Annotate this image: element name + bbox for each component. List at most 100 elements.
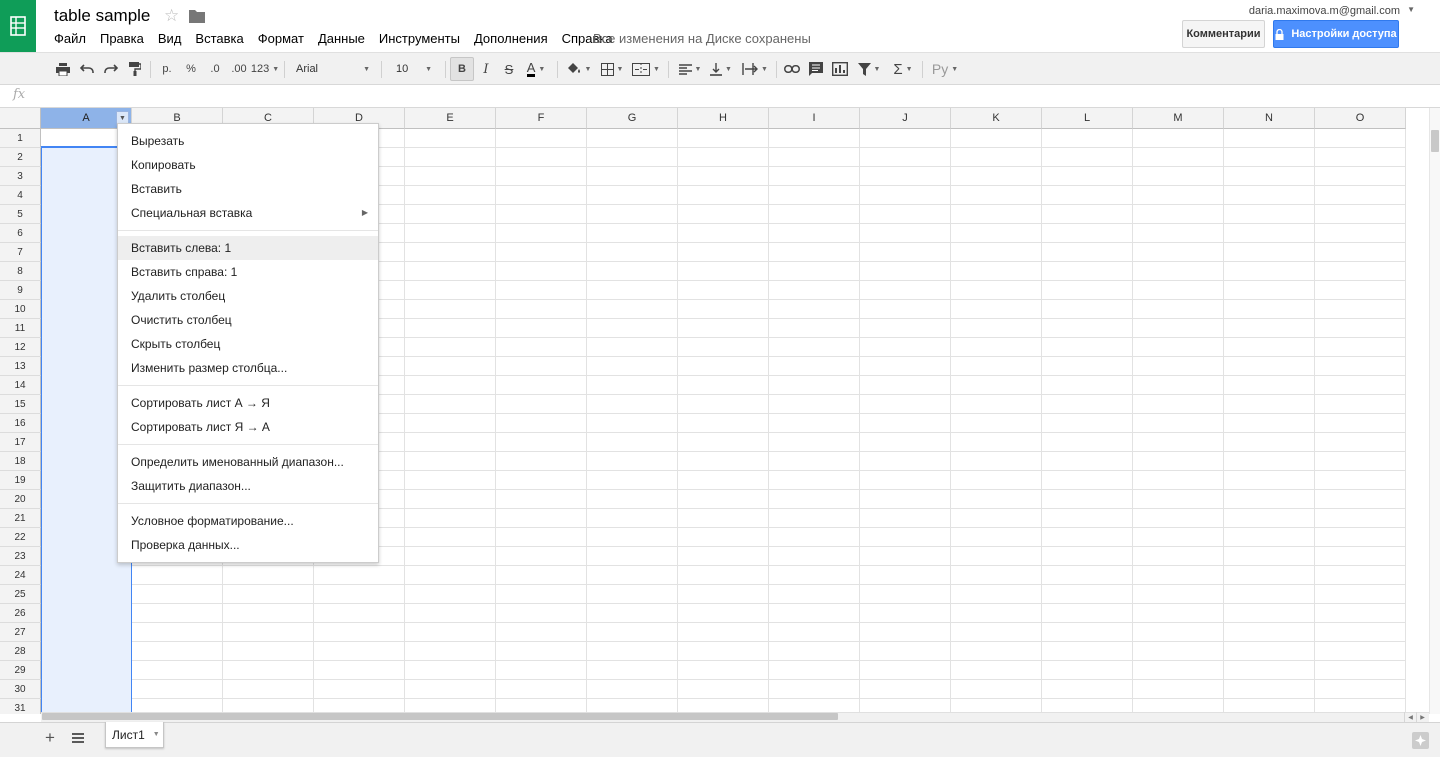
row-header[interactable]: 23 (0, 547, 41, 566)
row-header[interactable]: 21 (0, 509, 41, 528)
filter-button[interactable]: ▼ (854, 59, 884, 79)
row-header[interactable]: 17 (0, 433, 41, 452)
context-menu-item[interactable]: Специальная вставка ▶ (118, 201, 378, 225)
row-header[interactable]: 9 (0, 281, 41, 300)
row-header[interactable]: 28 (0, 642, 41, 661)
decrease-decimals-button[interactable]: .0 (205, 59, 225, 79)
context-menu-item[interactable]: Определить именованный диапазон... (118, 450, 378, 474)
row-header[interactable]: 5 (0, 205, 41, 224)
column-header-e[interactable]: E (405, 108, 496, 129)
redo-button[interactable] (102, 59, 120, 79)
sheets-logo[interactable] (0, 0, 36, 52)
grid-row[interactable] (41, 623, 1406, 642)
scroll-left-icon[interactable]: ◀ (1404, 712, 1416, 722)
scroll-right-icon[interactable]: ▶ (1416, 712, 1428, 722)
borders-button[interactable]: ▼ (598, 59, 626, 79)
italic-button[interactable]: I (477, 59, 495, 79)
row-header[interactable]: 11 (0, 319, 41, 338)
text-wrapping-button[interactable]: ▼ (739, 59, 771, 79)
grid-row[interactable] (41, 642, 1406, 661)
formula-input[interactable] (36, 85, 1440, 107)
row-header[interactable]: 4 (0, 186, 41, 205)
grid-row[interactable] (41, 680, 1406, 699)
star-icon[interactable]: ☆ (164, 6, 179, 26)
menu-item[interactable]: Инструменты (379, 31, 460, 47)
column-header-j[interactable]: J (860, 108, 951, 129)
font-family-select[interactable]: Arial ▼ (290, 59, 376, 79)
print-button[interactable] (54, 59, 72, 79)
context-menu-item[interactable]: Изменить размер столбца... (118, 356, 378, 380)
menu-item[interactable]: Вид (158, 31, 182, 47)
menu-item[interactable]: Формат (258, 31, 304, 47)
context-menu-item[interactable]: Удалить столбец (118, 284, 378, 308)
context-menu-item[interactable]: Скрыть столбец (118, 332, 378, 356)
functions-button[interactable]: Σ ▼ (889, 59, 917, 79)
increase-decimals-button[interactable]: .00 (228, 59, 250, 79)
menu-item[interactable]: Файл (54, 31, 86, 47)
vertical-scrollbar[interactable] (1429, 108, 1440, 714)
insert-link-button[interactable] (782, 59, 802, 79)
row-header[interactable]: 10 (0, 300, 41, 319)
row-header[interactable]: 30 (0, 680, 41, 699)
row-header[interactable]: 1 (0, 129, 41, 148)
all-sheets-icon[interactable] (71, 731, 85, 745)
bold-button[interactable]: B (450, 57, 474, 81)
menu-item[interactable]: Правка (100, 31, 144, 47)
context-menu-item[interactable]: Копировать (118, 153, 378, 177)
percent-format-button[interactable]: % (182, 59, 200, 79)
add-sheet-icon[interactable]: + (42, 728, 58, 747)
row-header[interactable]: 25 (0, 585, 41, 604)
row-header[interactable]: 20 (0, 490, 41, 509)
paint-format-button[interactable] (126, 59, 144, 79)
row-header[interactable]: 13 (0, 357, 41, 376)
text-color-button[interactable]: A ▼ (522, 59, 550, 79)
row-header[interactable]: 26 (0, 604, 41, 623)
column-header-f[interactable]: F (496, 108, 587, 129)
context-menu-item[interactable]: Условное форматирование... (118, 509, 378, 533)
context-menu-item[interactable]: Проверка данных... (118, 533, 378, 557)
context-menu-item[interactable]: Очистить столбец (118, 308, 378, 332)
insert-chart-button[interactable] (830, 59, 850, 79)
sheet-tab[interactable]: Лист1 ▼ (105, 722, 164, 748)
menu-item[interactable]: Данные (318, 31, 365, 47)
row-header[interactable]: 3 (0, 167, 41, 186)
row-header[interactable]: 2 (0, 148, 41, 167)
row-header[interactable]: 7 (0, 243, 41, 262)
context-menu-item[interactable]: Сортировать лист А → Я (118, 391, 378, 415)
row-header[interactable]: 6 (0, 224, 41, 243)
row-header[interactable]: 27 (0, 623, 41, 642)
save-status[interactable]: Все изменения на Диске сохранены (593, 31, 811, 47)
row-header[interactable]: 19 (0, 471, 41, 490)
row-header[interactable]: 14 (0, 376, 41, 395)
vertical-scrollbar-thumb[interactable] (1431, 130, 1439, 152)
row-header[interactable]: 8 (0, 262, 41, 281)
row-header[interactable]: 18 (0, 452, 41, 471)
comments-button[interactable]: Комментарии (1182, 20, 1265, 48)
row-header[interactable]: 31 (0, 699, 41, 714)
column-header-g[interactable]: G (587, 108, 678, 129)
row-header[interactable]: 22 (0, 528, 41, 547)
row-header[interactable]: 29 (0, 661, 41, 680)
strikethrough-button[interactable]: S (500, 59, 518, 79)
context-menu-item[interactable]: Вырезать (118, 129, 378, 153)
context-menu-item[interactable]: Вставить слева: 1 (118, 236, 378, 260)
select-all-corner[interactable] (0, 108, 41, 129)
insert-comment-button[interactable] (807, 59, 825, 79)
account-dropdown-icon[interactable]: ▼ (1407, 5, 1415, 14)
menu-item[interactable]: Дополнения (474, 31, 548, 47)
chevron-down-icon[interactable]: ▼ (153, 731, 160, 738)
horizontal-scrollbar-thumb[interactable] (42, 713, 838, 720)
horizontal-align-button[interactable]: ▼ (675, 59, 705, 79)
undo-button[interactable] (78, 59, 96, 79)
context-menu-item[interactable]: Сортировать лист Я → А (118, 415, 378, 439)
currency-format-button[interactable]: р. (158, 59, 176, 79)
column-header-n[interactable]: N (1224, 108, 1315, 129)
input-tools-button[interactable]: Ру ▼ (928, 59, 962, 79)
context-menu-item[interactable]: Защитить диапазон... (118, 474, 378, 498)
row-header[interactable]: 16 (0, 414, 41, 433)
column-header-l[interactable]: L (1042, 108, 1133, 129)
context-menu-item[interactable]: Вставить (118, 177, 378, 201)
more-formats-button[interactable]: 123 ▼ (251, 59, 279, 79)
context-menu-item[interactable]: Вставить справа: 1 (118, 260, 378, 284)
column-header-o[interactable]: O (1315, 108, 1406, 129)
